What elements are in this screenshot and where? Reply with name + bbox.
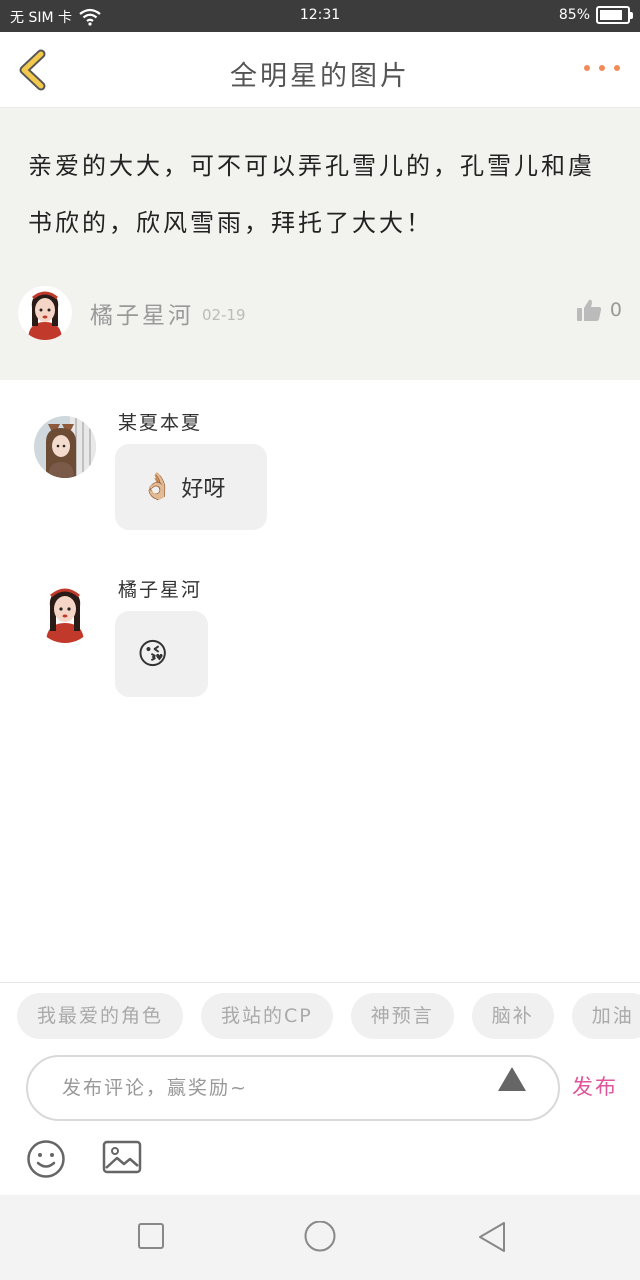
comment-input[interactable] [62, 1073, 482, 1103]
comment-item: 橘子星河 😘 [0, 573, 640, 703]
back-nav-icon[interactable] [477, 1221, 507, 1255]
recent-apps-icon[interactable] [136, 1221, 166, 1251]
page-title: 全明星的图片 [230, 61, 410, 92]
commenter-avatar[interactable] [34, 581, 96, 643]
author-avatar[interactable] [18, 286, 72, 340]
status-bar: 无 SIM 卡 12:31 85% [0, 0, 640, 32]
post-date: 02-19 [202, 306, 246, 324]
commenter-avatar[interactable] [34, 416, 96, 478]
system-nav-bar [0, 1195, 640, 1280]
comment-bubble: 😘 [115, 611, 208, 697]
commenter-name[interactable]: 某夏本夏 [118, 408, 202, 435]
battery-level [600, 10, 622, 20]
more-dots-icon[interactable] [584, 62, 620, 74]
quick-tag[interactable]: 脑补 [471, 993, 554, 1039]
commenter-name[interactable]: 橘子星河 [118, 575, 202, 602]
smiley-icon[interactable] [26, 1139, 66, 1179]
publish-button[interactable]: 发布 [572, 1071, 618, 1101]
kiss-emoji: 😘 [137, 636, 169, 672]
author-name[interactable]: 橘子星河 [90, 296, 194, 330]
post-author-row: 橘子星河 02-19 [18, 286, 246, 340]
like-count: 0 [609, 299, 622, 321]
status-right: 85% [558, 6, 633, 24]
comment-bubble: 👌🏼 好呀 [115, 444, 267, 530]
top-bar: 全明星的图片 [0, 32, 640, 108]
post-content: 亲爱的大大，可不可以弄孔雪儿的，孔雪儿和虞书欣的，欣风雪雨，拜托了大大！ [28, 152, 595, 237]
dot [614, 65, 620, 71]
send-arrow-icon[interactable] [498, 1067, 526, 1091]
comment-input-box[interactable] [26, 1055, 560, 1121]
post-card: 亲爱的大大，可不可以弄孔雪儿的，孔雪儿和虞书欣的，欣风雪雨，拜托了大大！ 橘子星… [0, 108, 640, 380]
battery-icon [596, 6, 633, 24]
clock: 12:31 [299, 7, 341, 23]
home-icon[interactable] [303, 1221, 337, 1255]
dot [599, 65, 605, 71]
quick-tag[interactable]: 我站的CP [201, 993, 333, 1039]
quick-tag[interactable]: 我最爱的角色 [17, 993, 184, 1039]
comment-composer: 我最爱的角色 我站的CP 神预言 脑补 加油 发布 [0, 982, 640, 1195]
ok-hand-emoji: 👌🏼 [141, 472, 174, 502]
comment-text: 好呀 [181, 477, 226, 502]
dot [584, 65, 590, 71]
comment-item: 某夏本夏 👌🏼 好呀 [0, 406, 640, 536]
image-icon[interactable] [102, 1139, 142, 1175]
battery-percent: 85% [558, 7, 590, 23]
like-button[interactable]: 0 [576, 298, 622, 322]
quick-tag[interactable]: 加油 [571, 993, 640, 1039]
quick-tag[interactable]: 神预言 [350, 993, 454, 1039]
quick-tag-list: 我最爱的角色 我站的CP 神预言 脑补 加油 [17, 993, 640, 1039]
thumbs-up-icon [576, 299, 601, 321]
